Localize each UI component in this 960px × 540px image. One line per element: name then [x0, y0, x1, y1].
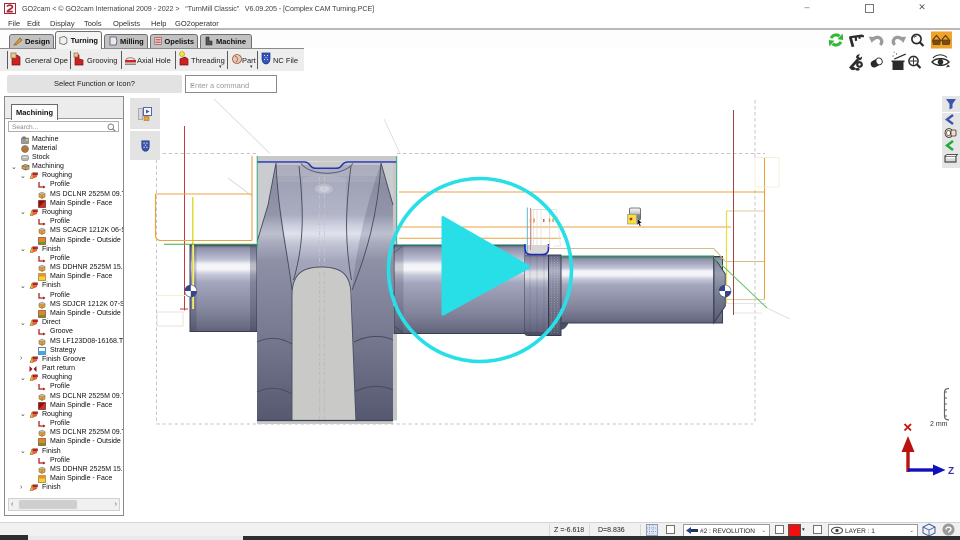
svg-text:Z: Z [948, 466, 954, 477]
svg-text:2 mm: 2 mm [930, 421, 948, 428]
